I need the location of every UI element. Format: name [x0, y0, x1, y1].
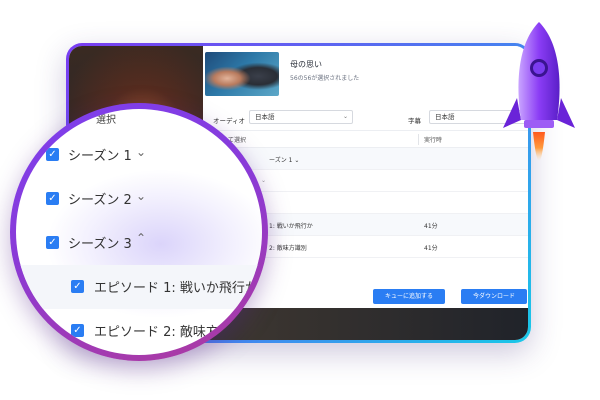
- chevron-down-icon[interactable]: ⌄: [136, 189, 146, 203]
- season-row[interactable]: ✓ シーズン 3 ⌃: [16, 221, 262, 265]
- episode-label: 1: 戦いか飛行か: [269, 223, 313, 230]
- episode-row[interactable]: ✓ エピソード 2: 敵味方識別: [16, 309, 262, 353]
- magnifier-lens: 選択 ✓ シーズン 1 ⌄ ✓ シーズン 2 ⌄ ✓ シーズン 3 ⌃ ✓ エピ…: [16, 109, 262, 355]
- rocket-icon: [503, 22, 575, 161]
- magnifier-select-label: 選択: [96, 115, 116, 126]
- checkbox-checked-icon[interactable]: ✓: [71, 280, 84, 293]
- episode-label: エピソード 2: 敵味方識別: [94, 325, 245, 340]
- season-label: シーズン 3: [68, 237, 132, 252]
- video-title: 母の思い: [290, 60, 322, 69]
- episode-row[interactable]: ✓ エピソード 1: 戦いか飛行か: [16, 265, 262, 309]
- magnifier: 選択 ✓ シーズン 1 ⌄ ✓ シーズン 2 ⌄ ✓ シーズン 3 ⌃ ✓ エピ…: [10, 103, 268, 361]
- checkbox-checked-icon[interactable]: ✓: [46, 192, 59, 205]
- checkbox-checked-icon[interactable]: ✓: [46, 236, 59, 249]
- chevron-down-icon[interactable]: ⌄: [136, 145, 146, 159]
- selected-count: 56の56が選択されました: [290, 75, 360, 82]
- episode-duration: 41分: [424, 245, 438, 252]
- checkbox-checked-icon[interactable]: ✓: [71, 324, 84, 337]
- episode-label: エピソード 1: 戦いか飛行か: [94, 281, 258, 296]
- add-to-queue-button[interactable]: キューに追加する: [373, 289, 445, 304]
- subtitle-label: 字幕: [408, 117, 421, 125]
- episode-duration: 41分: [424, 223, 438, 230]
- checkbox-checked-icon[interactable]: ✓: [46, 148, 59, 161]
- chevron-down-icon: ⌄: [342, 113, 348, 120]
- download-now-button[interactable]: 今ダウンロード: [461, 289, 527, 304]
- duration-header: 実行時: [424, 137, 443, 144]
- chevron-up-icon[interactable]: ⌃: [136, 231, 146, 245]
- season-label: シーズン 2: [68, 193, 132, 208]
- episode-label: 2: 敵味方識別: [269, 245, 307, 252]
- season-row[interactable]: ✓ シーズン 1 ⌄: [16, 133, 262, 177]
- audio-select-value: 日本語: [255, 113, 275, 121]
- audio-select[interactable]: 日本語 ⌄: [249, 110, 353, 124]
- subtitle-select-value: 日本語: [435, 113, 455, 121]
- audio-label: オーディオ: [213, 117, 246, 125]
- row-label: ーズン 1 ⌄: [269, 157, 300, 164]
- video-thumbnail: [205, 52, 279, 96]
- season-row[interactable]: ✓ シーズン 2 ⌄: [16, 177, 262, 221]
- season-label: シーズン 1: [68, 149, 132, 164]
- column-divider: [418, 134, 419, 145]
